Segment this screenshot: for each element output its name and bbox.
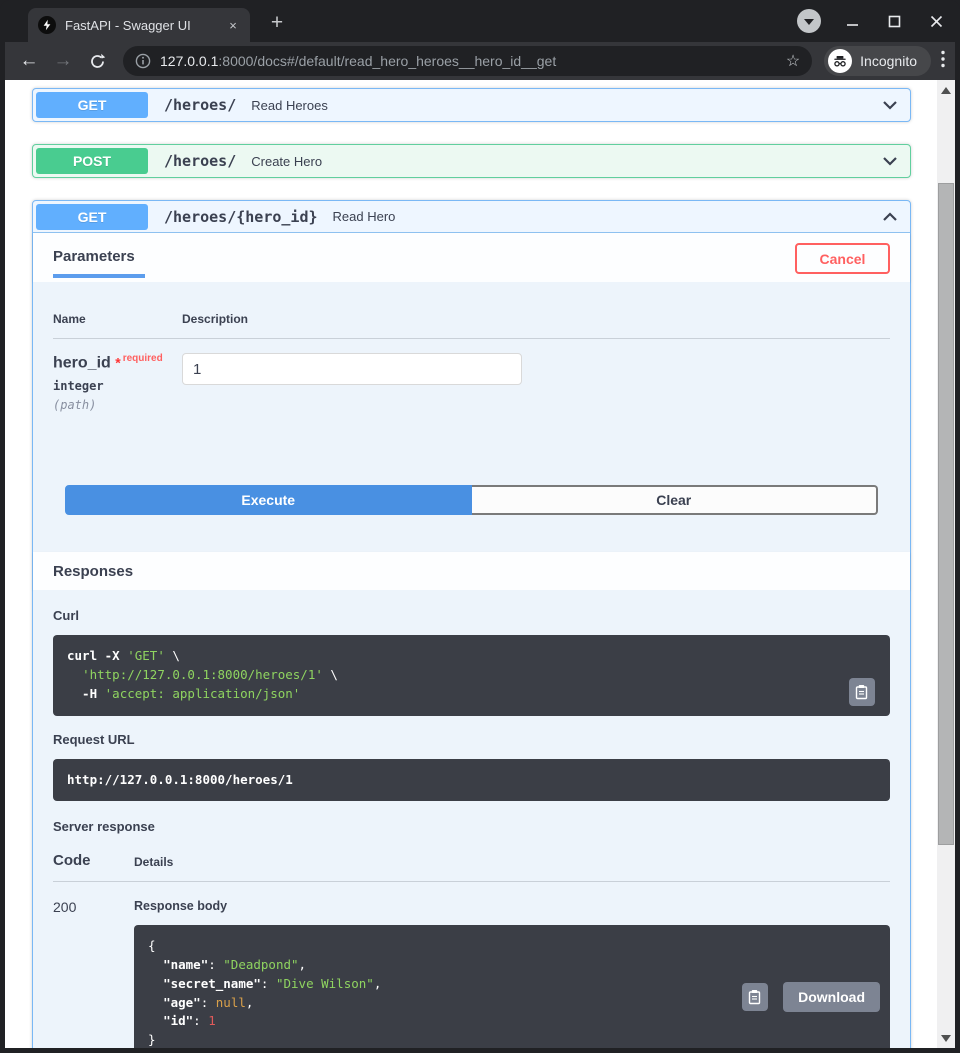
responses-inner: Curl curl -X 'GET' \ 'http://127.0.0.1:8… xyxy=(33,590,910,1048)
url-text[interactable]: 127.0.0.1:8000/docs#/default/read_hero_h… xyxy=(160,53,778,69)
parameter-name: hero_id * required xyxy=(53,353,163,372)
required-asterisk: * xyxy=(115,354,121,371)
tab-strip: FastAPI - Swagger UI × + xyxy=(5,0,955,42)
back-button[interactable]: ← xyxy=(15,47,43,75)
execute-button[interactable]: Execute xyxy=(65,485,472,516)
copy-response-button[interactable] xyxy=(742,983,769,1012)
tab-title: FastAPI - Swagger UI xyxy=(65,17,191,33)
tab-close-icon[interactable]: × xyxy=(224,16,242,34)
endpoint-summary: Create Hero xyxy=(251,153,323,169)
method-badge-get: GET xyxy=(36,203,148,230)
browser-toolbar: ← → 127.0.0.1:8000/docs#/default/read_he… xyxy=(5,42,955,80)
tab-parameters[interactable]: Parameters xyxy=(53,248,145,278)
response-body-label: Response body xyxy=(134,899,228,914)
endpoint-summary: Read Heroes xyxy=(251,97,328,113)
browser-window: FastAPI - Swagger UI × + ← → 127.0.0.1:8… xyxy=(0,0,960,1053)
opblock-get-heroes-header[interactable]: GET /heroes/ Read Heroes xyxy=(33,89,910,121)
clear-button[interactable]: Clear xyxy=(471,485,878,516)
download-button[interactable]: Download xyxy=(783,982,880,1013)
page-scrollbar[interactable] xyxy=(937,80,955,1048)
cancel-button[interactable]: Cancel xyxy=(795,243,890,274)
swagger-page: GET /heroes/ Read Heroes POST /heroes/ C… xyxy=(5,80,955,1048)
window-menu-icon[interactable] xyxy=(797,9,821,33)
scrollbar-thumb[interactable] xyxy=(938,183,954,845)
responses-section-header: Responses xyxy=(33,552,910,591)
server-response-row: 200 Response body { "name": "Deadpond", … xyxy=(53,882,890,1048)
opblock-get-heroes: GET /heroes/ Read Heroes xyxy=(32,88,911,122)
maximize-button[interactable] xyxy=(883,10,905,32)
bookmark-star-icon[interactable]: ☆ xyxy=(786,51,800,71)
active-tab-underline xyxy=(53,273,145,278)
status-code: 200 xyxy=(53,899,77,916)
server-response-label: Server response xyxy=(53,819,155,835)
curl-label: Curl xyxy=(53,608,79,624)
scroll-down-arrow-icon[interactable] xyxy=(937,1030,955,1046)
incognito-badge: Incognito xyxy=(824,46,931,76)
opblock-post-heroes-header[interactable]: POST /heroes/ Create Hero xyxy=(33,145,910,177)
method-badge-get: GET xyxy=(36,92,148,118)
opblock-get-hero-by-id: GET /heroes/{hero_id} Read Hero Paramete… xyxy=(32,200,911,1048)
parameter-type: integer xyxy=(53,379,104,394)
response-body-block: { "name": "Deadpond", "secret_name": "Di… xyxy=(134,925,890,1048)
chevron-up-icon[interactable] xyxy=(880,207,900,227)
endpoint-path: /heroes/ xyxy=(164,152,237,170)
browser-tab[interactable]: FastAPI - Swagger UI × xyxy=(28,8,250,42)
scroll-up-arrow-icon[interactable] xyxy=(937,82,955,98)
new-tab-button[interactable]: + xyxy=(264,10,290,36)
details-column-header: Details xyxy=(134,855,174,870)
parameter-location: (path) xyxy=(53,398,97,413)
parameters-section-header: Parameters Cancel xyxy=(33,233,910,282)
method-badge-post: POST xyxy=(36,148,148,174)
opblock-get-hero-by-id-header[interactable]: GET /heroes/{hero_id} Read Hero xyxy=(33,201,910,233)
forward-button[interactable]: → xyxy=(49,47,77,75)
copy-curl-button[interactable] xyxy=(849,677,875,706)
reload-button[interactable] xyxy=(83,47,111,75)
page-info-icon[interactable] xyxy=(135,53,151,69)
incognito-label: Incognito xyxy=(860,53,917,69)
parameters-table: Name Description hero_id * required integ… xyxy=(33,282,910,471)
endpoint-path: /heroes/ xyxy=(164,96,237,114)
code-column-header: Code xyxy=(53,852,91,870)
curl-code-block: curl -X 'GET' \ 'http://127.0.0.1:8000/h… xyxy=(53,635,890,716)
address-bar[interactable]: 127.0.0.1:8000/docs#/default/read_hero_h… xyxy=(123,46,813,76)
minimize-button[interactable] xyxy=(841,10,863,32)
browser-menu-icon[interactable] xyxy=(941,50,945,73)
request-url-label: Request URL xyxy=(53,731,135,747)
chevron-down-icon[interactable] xyxy=(880,95,900,115)
chevron-down-icon[interactable] xyxy=(880,151,900,171)
incognito-icon xyxy=(828,49,853,73)
server-response-table-header: Code Details xyxy=(53,846,890,883)
endpoint-summary: Read Hero xyxy=(332,209,396,224)
request-url-block: http://127.0.0.1:8000/heroes/1 xyxy=(53,758,890,802)
responses-title: Responses xyxy=(53,562,134,580)
close-window-button[interactable] xyxy=(925,10,947,32)
execute-wrapper: Execute Clear xyxy=(33,470,910,553)
required-label: required xyxy=(122,353,163,364)
fastapi-favicon-icon xyxy=(38,16,56,34)
description-column-header: Description xyxy=(182,312,249,326)
opblock-post-heroes: POST /heroes/ Create Hero xyxy=(32,144,911,178)
hero-id-input[interactable] xyxy=(182,353,522,385)
name-column-header: Name xyxy=(53,312,86,326)
endpoint-path: /heroes/{hero_id} xyxy=(164,207,318,226)
parameter-row: hero_id * required integer (path) xyxy=(53,339,890,470)
